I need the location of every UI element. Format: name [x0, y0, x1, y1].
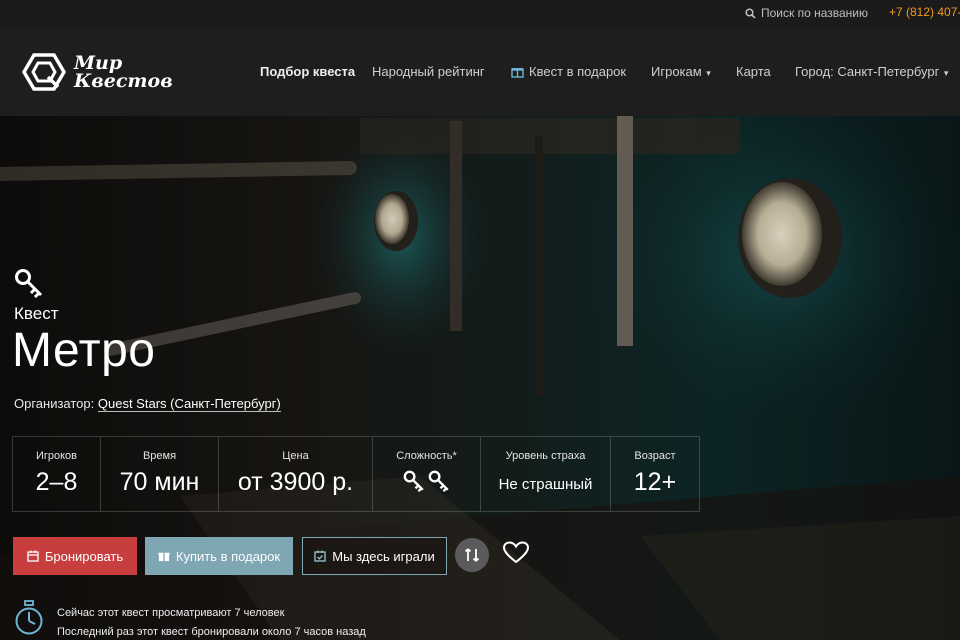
nav-city-label: Город: Санкт-Петербург — [795, 64, 940, 79]
nav-players[interactable]: Игрокам ▾ — [651, 64, 711, 79]
nav-quest-selection[interactable]: Подбор квеста — [260, 64, 355, 79]
viewers-info: Сейчас этот квест просматривают 7 челове… — [57, 607, 285, 619]
compare-button[interactable] — [455, 538, 489, 572]
stat-value: 2–8 — [35, 468, 78, 496]
calendar-icon — [27, 550, 39, 562]
organizer-label: Организатор: — [14, 396, 95, 411]
calendar-check-icon — [314, 550, 326, 562]
stat-time: Время 70 мин — [101, 437, 219, 511]
buy-gift-button[interactable]: Купить в подарок — [145, 537, 293, 575]
book-button-label: Бронировать — [44, 548, 124, 564]
played-here-button-label: Мы здесь играли — [332, 548, 435, 564]
stat-value: от 3900 р. — [237, 468, 354, 496]
played-here-button[interactable]: Мы здесь играли — [302, 537, 447, 575]
chevron-down-icon: ▾ — [703, 68, 711, 78]
search-icon — [745, 7, 756, 19]
stat-value: Не страшный — [498, 476, 593, 493]
stat-difficulty[interactable]: Сложность* — [373, 437, 481, 511]
stat-price: Цена от 3900 р. — [219, 437, 373, 511]
gift-icon — [511, 68, 524, 78]
logo-text: Мир Квестов — [74, 54, 173, 92]
key-icon — [403, 470, 424, 492]
nav-gift-quest-label: Квест в подарок — [529, 64, 627, 79]
book-button[interactable]: Бронировать — [13, 537, 137, 575]
nav-map[interactable]: Карта — [736, 64, 771, 79]
phone-link[interactable]: +7 (812) 407- — [889, 5, 960, 19]
difficulty-keys — [403, 470, 450, 492]
stat-label: Уровень страха — [505, 450, 586, 462]
key-icon — [15, 269, 43, 298]
quest-title: Метро — [12, 324, 156, 377]
logo-line-2: Квестов — [74, 70, 173, 92]
organizer-line: Организатор: Quest Stars (Санкт-Петербур… — [14, 396, 281, 412]
quest-stats: Игроков 2–8 Время 70 мин Цена от 3900 р.… — [12, 436, 700, 512]
last-booking-info: Последний раз этот квест бронировали око… — [57, 626, 366, 638]
site-logo[interactable]: Мир Квестов — [22, 52, 173, 92]
stat-players: Игроков 2–8 — [12, 437, 101, 511]
top-bar: Поиск по названию +7 (812) 407- — [0, 0, 960, 28]
logo-icon — [22, 53, 66, 91]
stat-age: Возраст 12+ — [611, 437, 700, 511]
nav-gift-quest[interactable]: Квест в подарок — [511, 64, 626, 79]
stopwatch-icon — [15, 600, 43, 635]
compare-icon — [464, 548, 480, 562]
chevron-down-icon: ▾ — [941, 68, 949, 78]
favorite-heart-icon[interactable] — [503, 541, 529, 565]
key-icon — [428, 470, 449, 492]
quest-kind: Квест — [14, 304, 59, 323]
stat-label: Сложность* — [396, 450, 457, 462]
stat-label: Цена — [282, 450, 309, 462]
organizer-link[interactable]: Quest Stars (Санкт-Петербург) — [97, 396, 281, 412]
search-label: Поиск по названию — [761, 6, 869, 20]
stat-value: 70 мин — [119, 468, 200, 496]
stat-label: Возраст — [634, 450, 676, 462]
buy-gift-button-label: Купить в подарок — [175, 548, 281, 564]
gift-icon — [158, 552, 170, 562]
stat-label: Игроков — [35, 450, 78, 462]
site-header: Мир Квестов Подбор квеста Народный рейти… — [0, 28, 960, 116]
nav-people-rating[interactable]: Народный рейтинг — [372, 64, 485, 79]
stat-fear-level: Уровень страха Не страшный — [481, 437, 611, 511]
stat-value: 12+ — [633, 468, 677, 496]
nav-players-label: Игрокам — [651, 64, 702, 79]
stat-label: Время — [142, 450, 177, 462]
quest-hero: Квест Метро Организатор: Quest Stars (Са… — [0, 116, 960, 640]
nav-city-select[interactable]: Город: Санкт-Петербург ▾ — [795, 64, 948, 79]
search-link[interactable]: Поиск по названию — [745, 6, 868, 20]
